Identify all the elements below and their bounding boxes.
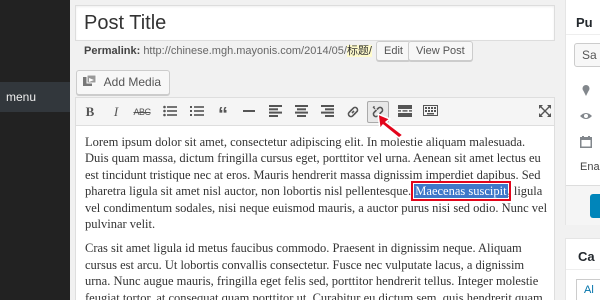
bold-icon[interactable]: B bbox=[79, 102, 101, 122]
permalink-slug[interactable]: 标题/ bbox=[346, 45, 372, 57]
publish-footer bbox=[566, 185, 600, 225]
toolbar-toggle-icon[interactable] bbox=[419, 102, 441, 122]
permalink-label: Permalink: bbox=[84, 45, 141, 57]
permalink-url: http://chinese.mgh.mayonis.com/2014/05/ bbox=[143, 45, 347, 57]
align-left-icon[interactable] bbox=[264, 102, 286, 122]
categories-box-title: Ca bbox=[578, 249, 595, 264]
permalink-row: Permalink: http://chinese.mgh.mayonis.co… bbox=[84, 41, 372, 61]
post-title-input[interactable] bbox=[76, 6, 554, 40]
categories-box: Ca Al bbox=[565, 238, 600, 300]
view-post-button[interactable]: View Post bbox=[408, 41, 473, 61]
selected-text[interactable]: Maecenas suscipit bbox=[411, 181, 511, 202]
pin-icon bbox=[582, 85, 590, 96]
calendar-icon bbox=[580, 136, 592, 148]
enable-label: Ena bbox=[580, 161, 600, 173]
pointer-arrow-icon bbox=[377, 113, 404, 139]
admin-sidebar: menu bbox=[0, 0, 70, 300]
add-media-label: Add Media bbox=[103, 75, 162, 89]
tab-all-categories[interactable]: Al bbox=[576, 279, 600, 300]
divider bbox=[566, 269, 600, 270]
add-media-button[interactable]: Add Media bbox=[76, 70, 171, 95]
blockquote-icon[interactable]: “ bbox=[212, 102, 234, 126]
paragraph-2: Cras sit amet ligula id metus faucibus c… bbox=[85, 241, 546, 300]
editor-content[interactable]: Lorem ipsum dolor sit amet, consectetur … bbox=[85, 134, 549, 300]
strikethrough-icon[interactable]: ABC bbox=[131, 102, 153, 122]
publish-button[interactable] bbox=[590, 194, 600, 218]
post-title-field[interactable] bbox=[75, 5, 555, 41]
admin-sidebar-top bbox=[0, 0, 70, 60]
eye-icon bbox=[580, 113, 592, 119]
link-icon[interactable] bbox=[342, 102, 364, 122]
fullscreen-icon[interactable] bbox=[534, 102, 556, 122]
paragraph-1: Lorem ipsum dolor sit amet, consectetur … bbox=[85, 134, 549, 232]
horizontal-rule-icon[interactable] bbox=[238, 102, 260, 122]
italic-icon[interactable]: I bbox=[105, 102, 127, 122]
sidebar-item-menu[interactable]: menu bbox=[0, 82, 70, 112]
edit-permalink-button[interactable]: Edit bbox=[376, 41, 411, 61]
publish-box: Pu Sa Ena bbox=[565, 0, 600, 225]
sidebar-item-label: menu bbox=[6, 90, 37, 104]
bullet-list-icon[interactable] bbox=[159, 102, 181, 122]
save-draft-button[interactable]: Sa bbox=[574, 43, 600, 67]
divider bbox=[566, 34, 600, 35]
align-right-icon[interactable] bbox=[316, 102, 338, 122]
numbered-list-icon[interactable] bbox=[186, 102, 208, 122]
post-editor: B I ABC “ Lorem ipsum dolor sit amet, co… bbox=[75, 97, 555, 300]
publish-box-title: Pu bbox=[576, 15, 593, 30]
align-center-icon[interactable] bbox=[290, 102, 312, 122]
editor-toolbar: B I ABC “ bbox=[76, 98, 554, 126]
media-icon bbox=[83, 75, 97, 86]
